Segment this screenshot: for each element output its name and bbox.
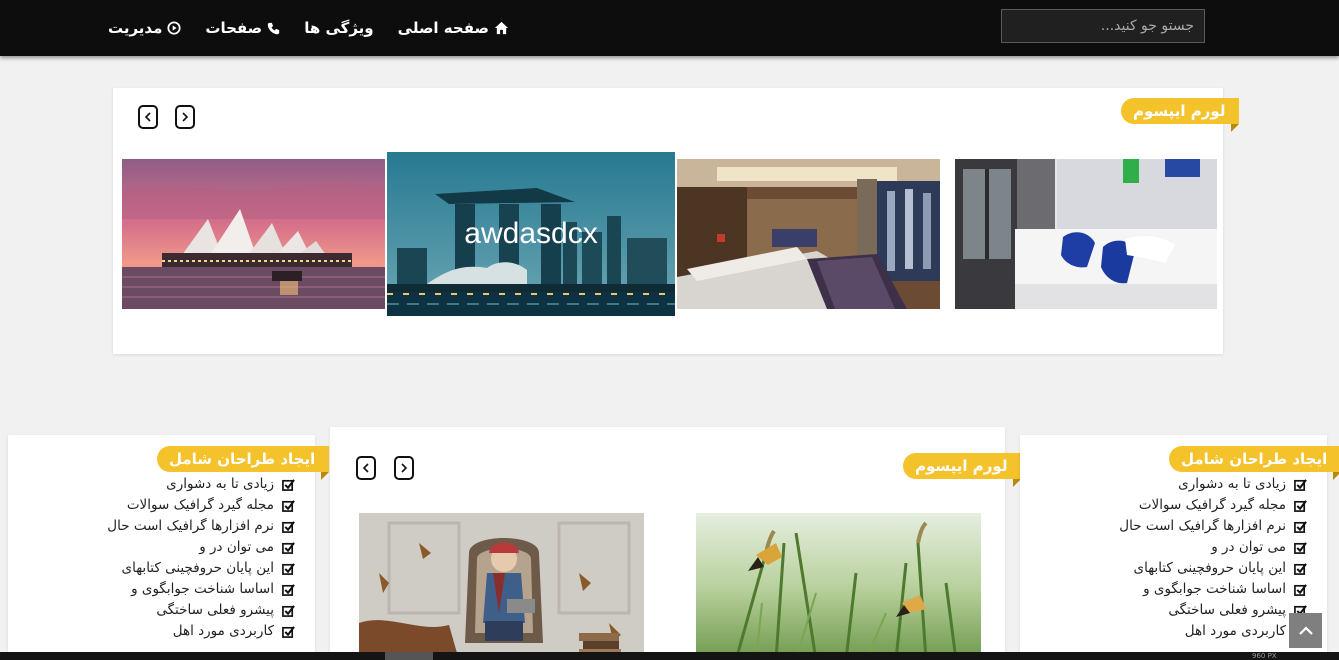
list-item: این پایان حروفچینی کتابهای [1022,558,1307,579]
check-square-icon [282,479,295,491]
nav-item-label: ویژگی ها [304,19,374,37]
slide-image-boy-in-armchair[interactable] [359,513,644,660]
nav-item-admin[interactable]: مدیریت [108,19,181,37]
chevron-right-icon [401,463,408,473]
list-item: این پایان حروفچینی کتابهای [10,558,295,579]
center-slider-prev-button[interactable] [356,456,376,480]
left-list-title: ایجاد طراحان شامل [157,446,330,480]
check-square-icon [282,542,295,554]
list-item: زیادی تا به دشواری [1022,474,1307,495]
nav-item-label: صفحات [205,19,263,37]
check-square-icon [1294,563,1307,575]
left-feature-list: زیادی تا به دشواری مجله گیرد گرافیک سوال… [10,474,295,642]
chevron-left-icon [144,112,151,122]
play-circle-icon [167,21,181,35]
bottom-bar-label: 960 PX [1252,652,1277,660]
list-item: پیشرو فعلی ساختگی [10,600,295,621]
slide-caption: awdasdcx [464,217,598,250]
slide-image-hotel-bedroom[interactable] [955,159,1217,309]
list-item: می توان در و [10,537,295,558]
chevron-left-icon [362,463,369,473]
list-item: کاربردی مورد اهل [10,621,295,642]
check-square-icon [282,605,295,617]
search-input[interactable] [1001,9,1205,43]
top-navbar: صفحه اصلی ویژگی ها صفحات مدیریت [0,0,1339,56]
slide-image-marina-bay-sands[interactable]: awdasdcx [387,152,675,316]
list-item: پیشرو فعلی ساختگی [1022,600,1307,621]
right-list-title: ایجاد طراحان شامل [1169,446,1339,480]
top-slider-prev-button[interactable] [138,105,158,129]
slide-image-butterflies-grass[interactable] [696,513,981,660]
bottom-bar-tab[interactable] [385,652,433,660]
list-item: نرم افزارها گرافیک است حال [10,516,295,537]
nav-item-home[interactable]: صفحه اصلی [398,19,509,37]
list-item: زیادی تا به دشواری [10,474,295,495]
slide-image-sydney-opera-house[interactable] [122,159,385,309]
chevron-right-icon [182,112,189,122]
list-item: می توان در و [1022,537,1307,558]
center-slider-title: لورم ایپسوم [903,453,1022,487]
check-square-icon [282,626,295,638]
nav-item-label: صفحه اصلی [397,19,489,37]
main-menu: صفحه اصلی ویژگی ها صفحات مدیریت [108,0,509,56]
slide-image-hotel-suite[interactable] [677,159,940,309]
list-item: مجله گیرد گرافیک سوالات [10,495,295,516]
check-square-icon [1294,500,1307,512]
check-square-icon [282,563,295,575]
list-item: نرم افزارها گرافیک است حال [1022,516,1307,537]
check-square-icon [1294,479,1307,491]
list-item: اساسا شناخت جوابگوی و [1022,579,1307,600]
nav-item-pages[interactable]: صفحات [205,19,280,37]
check-square-icon [282,584,295,596]
check-square-icon [282,521,295,533]
phone-icon [268,22,280,34]
nav-item-features[interactable]: ویژگی ها [304,19,373,37]
chevron-up-icon [1298,625,1313,635]
home-icon [494,21,509,35]
check-square-icon [1294,584,1307,596]
check-square-icon [282,500,295,512]
list-item: مجله گیرد گرافیک سوالات [1022,495,1307,516]
right-feature-list: زیادی تا به دشواری مجله گیرد گرافیک سوال… [1022,474,1307,642]
list-item: اساسا شناخت جوابگوی و [10,579,295,600]
top-slider-title: لورم ایپسوم [1121,98,1240,132]
bottom-bar [0,652,1339,660]
nav-item-label: مدیریت [107,19,163,37]
top-slider-next-button[interactable] [175,105,195,129]
check-square-icon [1294,542,1307,554]
center-slider-next-button[interactable] [394,456,414,480]
scroll-to-top-button[interactable] [1289,613,1322,648]
check-square-icon [1294,521,1307,533]
list-item: کاربردی مورد اهل [1022,621,1307,642]
